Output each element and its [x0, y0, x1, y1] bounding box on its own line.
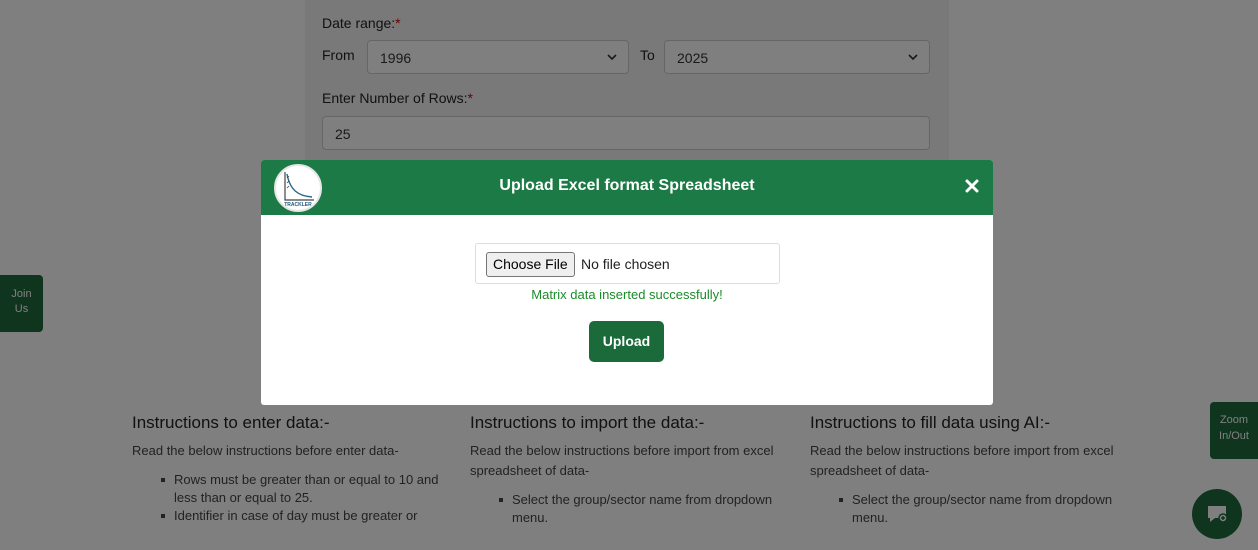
- close-icon[interactable]: [964, 178, 980, 194]
- modal-title: Upload Excel format Spreadsheet: [499, 177, 755, 194]
- file-input[interactable]: Choose File No file chosen: [475, 243, 780, 284]
- upload-modal: TRACKLER Upload Excel format Spreadsheet…: [261, 160, 993, 405]
- success-message: Matrix data inserted successfully!: [531, 287, 723, 302]
- choose-file-button[interactable]: Choose File: [486, 252, 575, 277]
- modal-header: TRACKLER Upload Excel format Spreadsheet: [261, 160, 993, 215]
- upload-button[interactable]: Upload: [589, 321, 664, 362]
- logo-text: TRACKLER: [284, 202, 312, 208]
- file-status-text: No file chosen: [581, 256, 670, 272]
